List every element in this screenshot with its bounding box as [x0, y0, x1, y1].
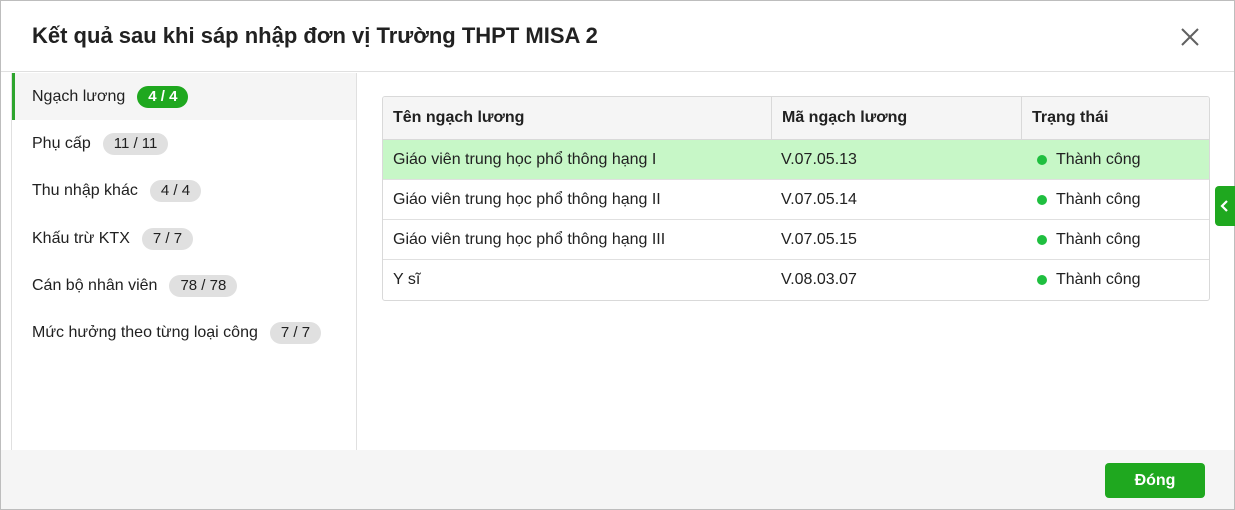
sidebar-item-can-bo-nhan-vien[interactable]: Cán bộ nhân viên 78 / 78	[12, 262, 356, 309]
count-badge: 7 / 7	[269, 321, 322, 344]
count-badge: 7 / 7	[141, 227, 194, 250]
cell-code: V.07.05.15	[781, 231, 857, 248]
sidebar-item-label: Phụ cấp	[32, 134, 91, 152]
table-row[interactable]: Giáo viên trung học phổ thông hạng III V…	[383, 220, 1209, 260]
close-icon[interactable]	[1177, 24, 1203, 50]
status-dot-icon	[1037, 275, 1047, 285]
cell-status: Thành công	[1056, 231, 1141, 248]
sidebar-item-label: Khấu trừ KTX	[32, 229, 130, 247]
close-button[interactable]: Đóng	[1105, 463, 1205, 498]
sidebar-item-label: Mức hưởng theo từng loại công	[32, 323, 258, 341]
cell-status: Thành công	[1056, 151, 1141, 168]
cell-code: V.07.05.13	[781, 151, 857, 168]
cell-status: Thành công	[1056, 191, 1141, 208]
dialog-header: Kết quả sau khi sáp nhập đơn vị Trường T…	[1, 1, 1234, 72]
sidebar-item-label: Cán bộ nhân viên	[32, 276, 158, 294]
count-badge: 4 / 4	[149, 179, 202, 202]
cell-name: Giáo viên trung học phổ thông hạng III	[393, 231, 666, 248]
cell-status: Thành công	[1056, 271, 1141, 288]
category-sidebar: Ngạch lương 4 / 4 Phụ cấp 11 / 11 Thu nh…	[11, 73, 357, 450]
cell-code: V.07.05.14	[781, 191, 857, 208]
sidebar-item-ngach-luong[interactable]: Ngạch lương 4 / 4	[12, 73, 356, 120]
sidebar-item-phu-cap[interactable]: Phụ cấp 11 / 11	[12, 120, 356, 167]
cell-name: Y sĩ	[393, 271, 421, 288]
sidebar-item-muc-huong[interactable]: Mức hưởng theo từng loại công 7 / 7	[12, 309, 356, 356]
salary-grade-table: Tên ngạch lương Mã ngạch lương Trạng thá…	[382, 96, 1210, 301]
cell-code: V.08.03.07	[781, 271, 857, 288]
side-panel-toggle[interactable]	[1215, 186, 1235, 226]
dialog-title: Kết quả sau khi sáp nhập đơn vị Trường T…	[32, 23, 598, 48]
count-badge: 78 / 78	[169, 274, 238, 297]
sidebar-item-label: Ngạch lương	[32, 87, 126, 105]
status-dot-icon	[1037, 195, 1047, 205]
sidebar-item-thu-nhap-khac[interactable]: Thu nhập khác 4 / 4	[12, 167, 356, 214]
chevron-left-icon	[1220, 200, 1228, 212]
column-header-code: Mã ngạch lương	[771, 97, 1021, 139]
cell-name: Giáo viên trung học phổ thông hạng I	[393, 151, 657, 168]
table-row[interactable]: Giáo viên trung học phổ thông hạng I V.0…	[383, 140, 1209, 180]
table-header: Tên ngạch lương Mã ngạch lương Trạng thá…	[383, 97, 1209, 140]
table-row[interactable]: Y sĩ V.08.03.07 Thành công	[383, 260, 1209, 300]
sidebar-item-label: Thu nhập khác	[32, 181, 138, 199]
table-row[interactable]: Giáo viên trung học phổ thông hạng II V.…	[383, 180, 1209, 220]
cell-name: Giáo viên trung học phổ thông hạng II	[393, 191, 661, 208]
count-badge: 11 / 11	[102, 132, 169, 155]
sidebar-item-khau-tru-ktx[interactable]: Khấu trừ KTX 7 / 7	[12, 215, 356, 262]
column-header-name: Tên ngạch lương	[393, 109, 525, 126]
status-dot-icon	[1037, 155, 1047, 165]
merge-result-dialog: Kết quả sau khi sáp nhập đơn vị Trường T…	[0, 0, 1235, 510]
count-badge: 4 / 4	[137, 85, 189, 108]
dialog-footer: Đóng	[1, 450, 1234, 509]
column-header-status: Trạng thái	[1021, 97, 1209, 139]
status-dot-icon	[1037, 235, 1047, 245]
